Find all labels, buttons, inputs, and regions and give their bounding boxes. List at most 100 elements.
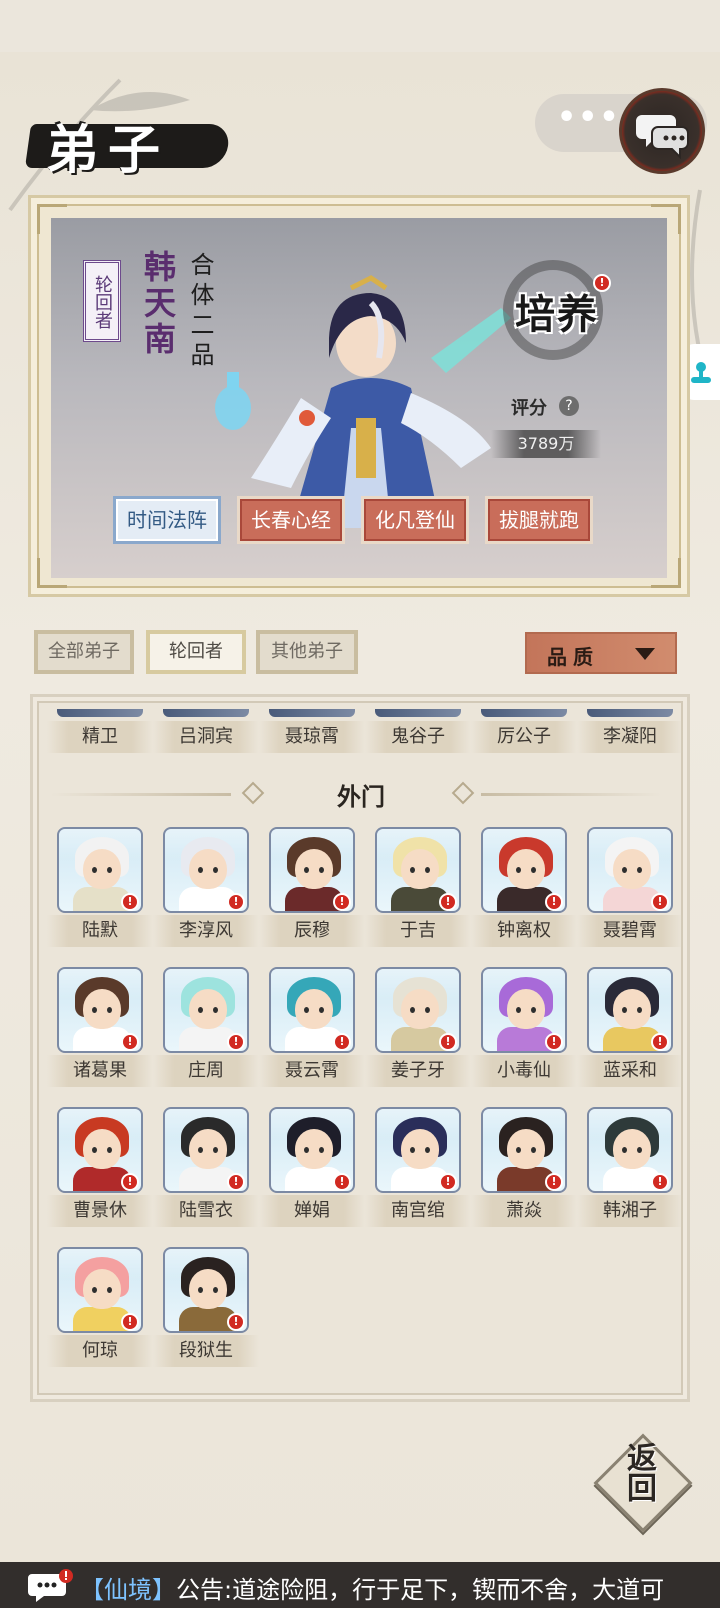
avatar-eye [304,1007,309,1013]
avatar-eye [198,867,203,873]
avatar-edge [481,709,567,717]
disciple-card[interactable]: 鬼谷子 [365,709,471,761]
disciple-name: 钟离权 [471,915,577,947]
quality-sort-dropdown[interactable]: 品质 [525,632,677,674]
chat-icon [636,115,689,159]
avatar-eye [304,867,309,873]
disciple-card[interactable]: ! 小毒仙 [471,967,577,1093]
notification-dot: ! [121,893,139,911]
announcement-message: 公告:道途险阻，行于足下，锲而不舍，大道可 [176,1576,665,1604]
disciple-name: 蓝采和 [577,1055,683,1087]
page-title: 弟子 [20,100,232,181]
notification-dot: ! [227,1173,245,1191]
dropdown-triangle-icon [635,648,655,660]
disciple-card[interactable]: ! 于吉 [365,827,471,953]
avatar-eye [319,1007,324,1013]
disciple-card[interactable]: 精卫 [47,709,153,761]
notification-dot: ! [593,274,611,292]
avatar-face [295,989,333,1029]
disciple-card[interactable]: 聂琼霄 [259,709,365,761]
disciple-list-panel[interactable]: 精卫 吕洞宾 聂琼霄 鬼谷子 厉公子 李凝阳 外门 ! 陆默! 李淳风! 辰穆! 于吉!… [30,694,690,1402]
cultivate-button[interactable]: 培养 ! [497,258,617,360]
notification-dot: ! [545,1173,563,1191]
avatar-face [507,1129,545,1169]
avatar-eye [637,1147,642,1153]
disciple-name: 萧焱 [471,1195,577,1227]
notification-dot: ! [545,1033,563,1051]
avatar-eye [213,1287,218,1293]
avatar-eye [622,1147,627,1153]
avatar-eye [92,867,97,873]
disciple-card[interactable]: 李凝阳 [577,709,683,761]
disciple-card[interactable]: ! 南宫绾 [365,1107,471,1233]
disciple-card[interactable]: ! 萧焱 [471,1107,577,1233]
disciple-card[interactable]: ! 蓝采和 [577,967,683,1093]
announcement-text: 【仙境】公告:道途险阻，行于足下，锲而不舍，大道可 [80,1570,664,1605]
avatar-face [507,849,545,889]
disciple-card[interactable]: ! 姜子牙 [365,967,471,1093]
section-title: 外门 [337,782,385,811]
avatar-face [295,1129,333,1169]
notification-dot: ! [651,1033,669,1051]
disciple-name: 于吉 [365,915,471,947]
disciple-name: 聂碧霄 [577,915,683,947]
disciple-card[interactable]: ! 庄周 [153,967,259,1093]
disciple-name: 诸葛果 [47,1055,153,1087]
tab-other-disciples[interactable]: 其他弟子 [256,630,358,674]
disciple-card[interactable]: ! 聂碧霄 [577,827,683,953]
disciple-name: 厉公子 [471,721,577,753]
announcement-bar[interactable]: 【仙境】公告:道途险阻，行于足下，锲而不舍，大道可 [0,1562,720,1608]
notification-dot: ! [545,893,563,911]
skill-button-2[interactable]: 长春心经 [237,496,345,544]
avatar-face [613,1129,651,1169]
back-button[interactable]: 返回 [593,1433,693,1533]
disciple-card[interactable]: ! 钟离权 [471,827,577,953]
avatar-eye [107,1147,112,1153]
quality-label: 品质 [547,645,599,669]
skill-button-4[interactable]: 拔腿就跑 [485,496,593,544]
disciple-card[interactable]: ! 陆默 [47,827,153,953]
tab-reincarnators[interactable]: 轮回者 [146,630,246,674]
skill-button-3[interactable]: 化凡登仙 [361,496,469,544]
notification-dot: ! [121,1173,139,1191]
disciple-card[interactable]: ! 曹景休 [47,1107,153,1233]
score-label: 评分 [511,398,547,419]
disciple-card[interactable]: ! 李淳风 [153,827,259,953]
tab-all-disciples[interactable]: 全部弟子 [34,630,134,674]
disciple-card[interactable]: ! 聂云霄 [259,967,365,1093]
disciple-card[interactable]: 吕洞宾 [153,709,259,761]
disciple-card[interactable]: ! 陆雪衣 [153,1107,259,1233]
disciple-name: 何琼 [47,1335,153,1367]
disciple-name: 鬼谷子 [365,721,471,753]
avatar-face [401,989,439,1029]
skill-button-1[interactable]: 时间法阵 [113,496,221,544]
avatar-face [613,849,651,889]
disciple-name: 南宫绾 [365,1195,471,1227]
help-icon[interactable]: ? [559,396,579,416]
avatar-eye [213,867,218,873]
disciple-name: 陆默 [47,915,153,947]
notification-dot: ! [651,893,669,911]
chat-button[interactable] [619,88,705,174]
speech-bubble-icon[interactable] [28,1568,74,1604]
disciple-card[interactable]: ! 段狱生 [153,1247,259,1373]
disciple-card[interactable]: ! 婵娟 [259,1107,365,1233]
disciple-card[interactable]: ! 韩湘子 [577,1107,683,1233]
status-bar [0,0,720,52]
avatar-edge [269,709,355,717]
divider-line [481,793,661,796]
disciple-card[interactable]: ! 何琼 [47,1247,153,1373]
avatar-edge [375,709,461,717]
avatar-eye [622,1007,627,1013]
more-dots-icon[interactable]: ••• [557,103,619,138]
avatar-face [83,1269,121,1309]
notification-dot: ! [439,1033,457,1051]
disciple-card[interactable]: ! 诸葛果 [47,967,153,1093]
avatar-edge [163,709,249,717]
avatar-face [295,849,333,889]
hero-character-art[interactable] [211,248,521,538]
avatar-edge [57,709,143,717]
disciple-card[interactable]: 厉公子 [471,709,577,761]
disciple-card[interactable]: ! 辰穆 [259,827,365,953]
avatar-eye [425,867,430,873]
